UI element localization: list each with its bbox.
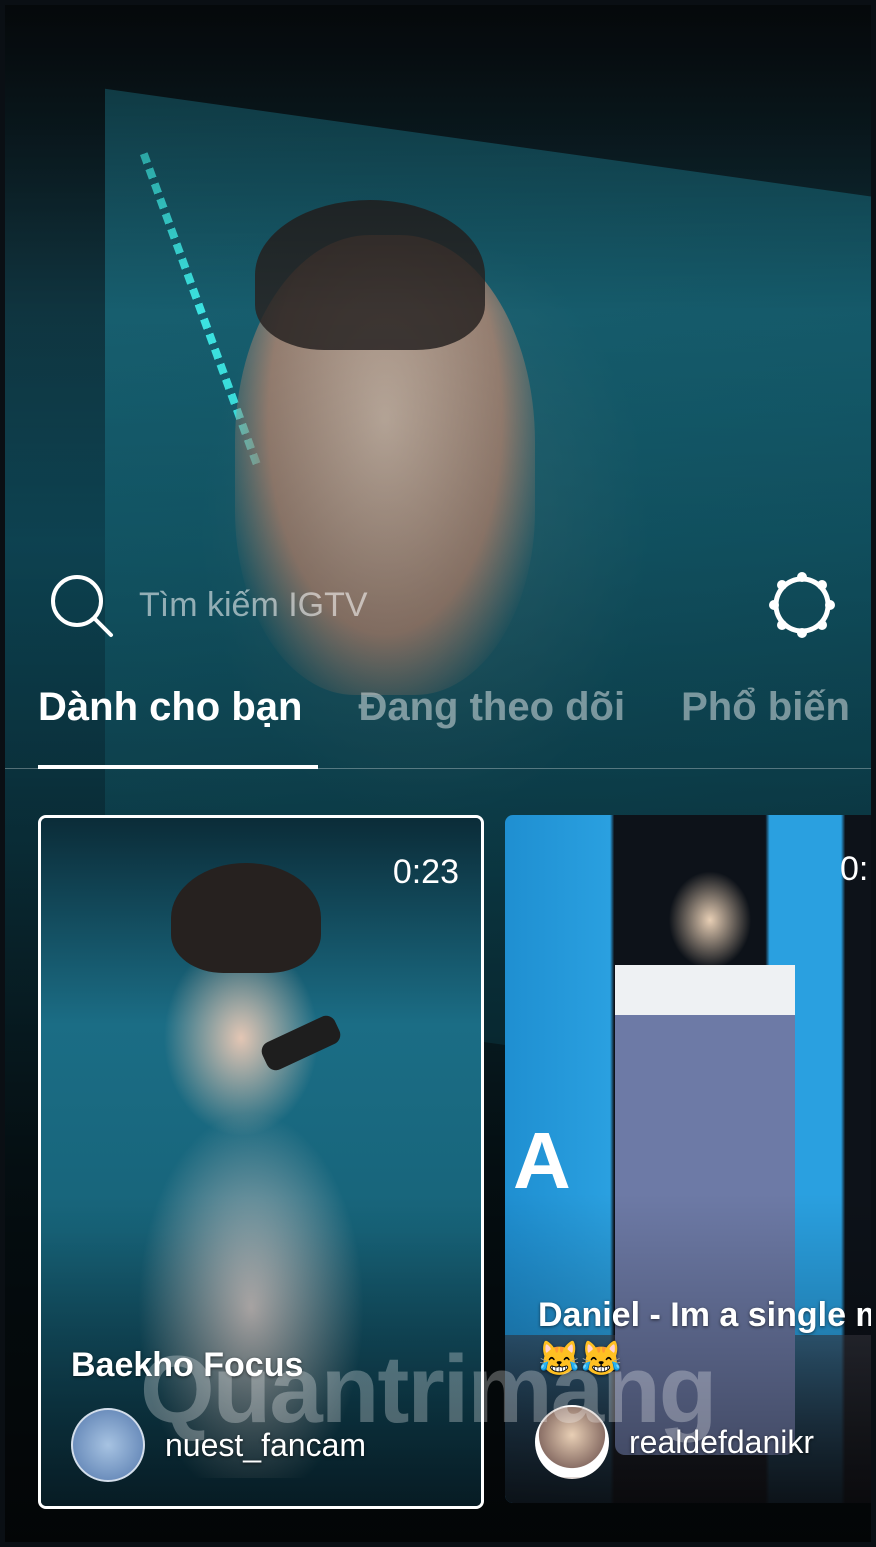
- watermark: Quantrimang: [140, 1336, 717, 1443]
- tab-following[interactable]: Đang theo dõi: [358, 685, 625, 755]
- video-duration: 0:23: [392, 853, 459, 891]
- tab-bar: Dành cho bạn Đang theo dõi Phổ biến: [5, 685, 871, 755]
- search-bar[interactable]: Tìm kiếm IGTV: [45, 565, 645, 645]
- avatar[interactable]: [71, 1408, 145, 1482]
- gear-icon[interactable]: [765, 568, 839, 642]
- tab-popular[interactable]: Phổ biến: [681, 685, 850, 755]
- video-duration: 0:: [840, 850, 869, 888]
- tab-for-you[interactable]: Dành cho bạn: [38, 685, 302, 755]
- active-tab-indicator: [38, 765, 318, 769]
- igtv-screen: Tìm kiếm IGTV Dành cho bạn Đang theo dõi…: [5, 5, 871, 1542]
- search-icon[interactable]: [45, 569, 117, 641]
- search-input[interactable]: Tìm kiếm IGTV: [139, 586, 368, 625]
